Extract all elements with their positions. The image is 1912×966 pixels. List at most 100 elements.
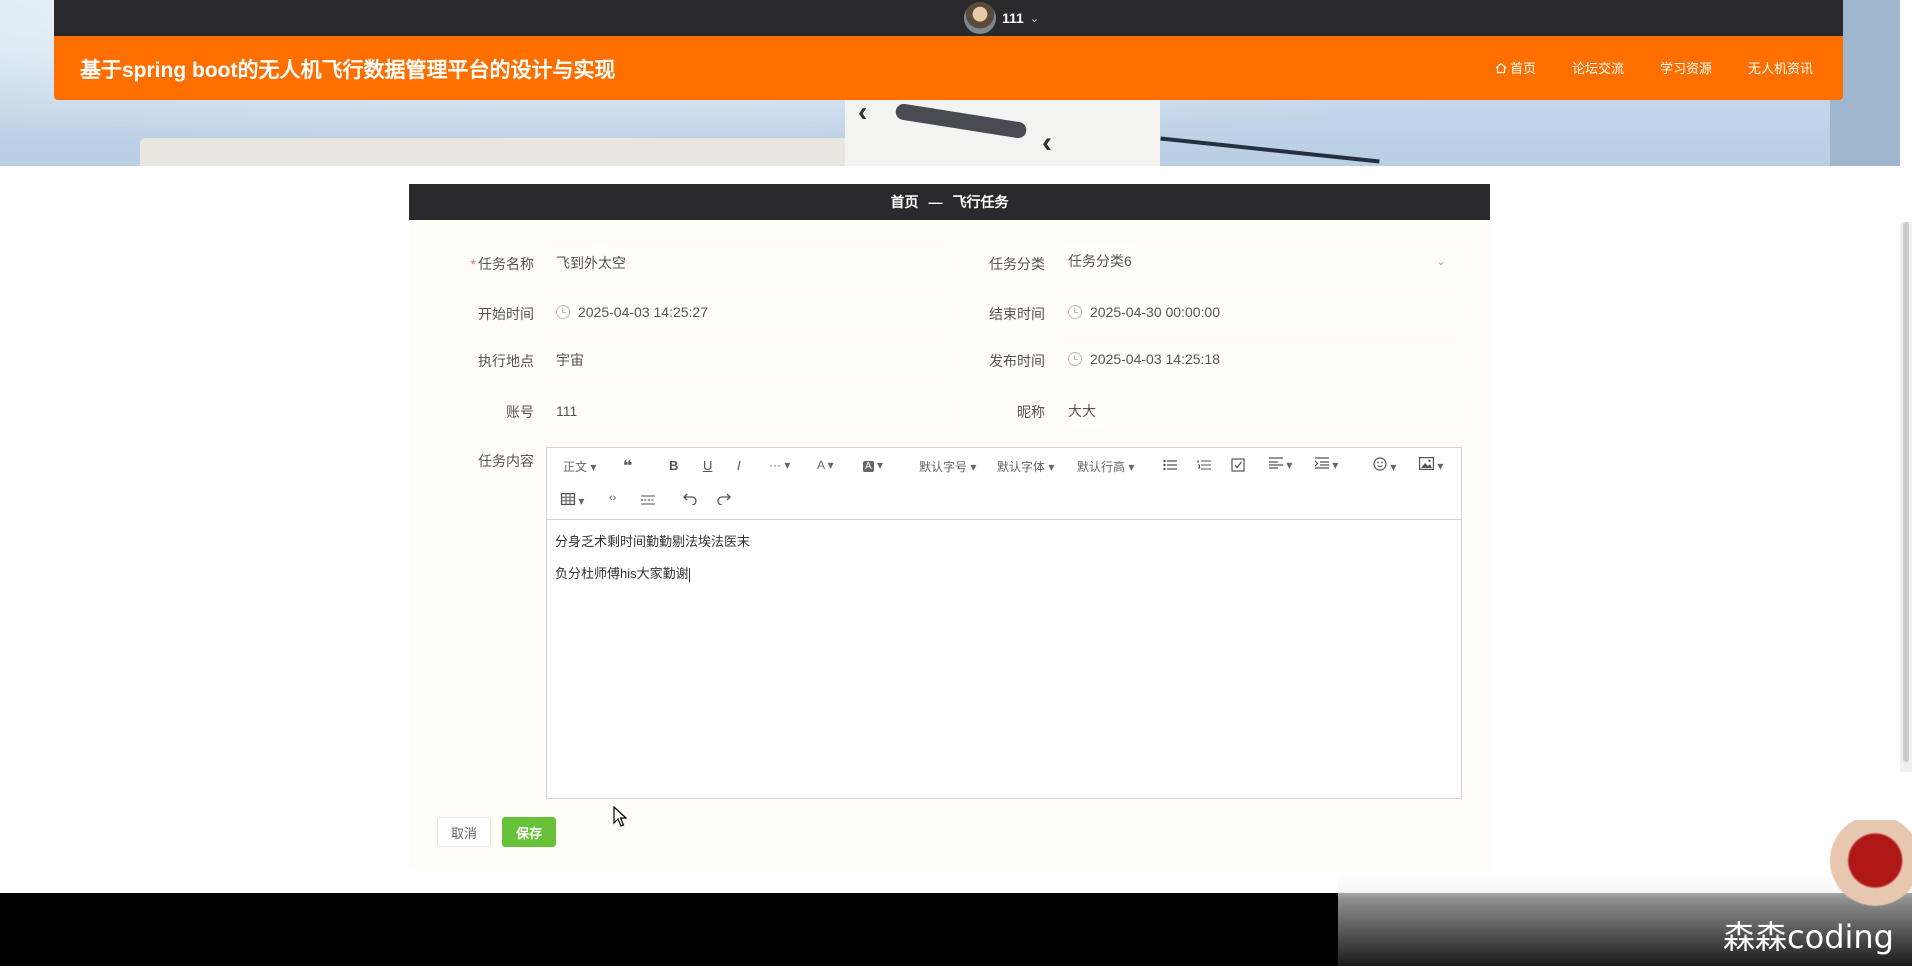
site-title: 基于spring boot的无人机飞行数据管理平台的设计与实现: [80, 59, 616, 82]
font-family-label[interactable]: 默认字体: [997, 460, 1045, 474]
chevron-decor-icon: ‹: [858, 96, 868, 127]
clock-icon: [1068, 352, 1082, 366]
location-label: 执行地点: [478, 353, 534, 369]
nav-item-learning-label[interactable]: 学习资源: [1660, 58, 1712, 77]
username[interactable]: 111: [1002, 10, 1024, 26]
top-user-bar: 111 ⌄: [54, 0, 1843, 36]
save-button[interactable]: 保存: [502, 817, 556, 847]
redo-icon[interactable]: [717, 493, 731, 505]
start-time-value: 2025-04-03 14:25:27: [578, 304, 708, 320]
image-dropdown[interactable]: ▾: [1419, 457, 1443, 473]
bullet-list-icon[interactable]: [1163, 459, 1177, 471]
account-input[interactable]: 111: [546, 393, 950, 429]
indent-dropdown[interactable]: ▾: [1314, 457, 1338, 472]
editor-line[interactable]: 分身乏术剩时间勤勤剔法埃法医末: [555, 532, 1453, 552]
nav-item-home[interactable]: 首页: [1495, 58, 1536, 77]
italic-icon[interactable]: I: [737, 458, 741, 473]
nav-item-forum-label[interactable]: 论坛交流: [1572, 58, 1624, 77]
numbered-list-icon[interactable]: [1197, 459, 1211, 471]
more-dropdown[interactable]: ··· ▾: [769, 458, 790, 472]
location-value: 宇宙: [556, 352, 584, 368]
font-color-icon[interactable]: A: [817, 458, 824, 472]
image-icon[interactable]: [1419, 457, 1435, 471]
task-category-select[interactable]: 任务分类6 ⌄: [1058, 243, 1462, 279]
task-category-value: 任务分类6: [1068, 253, 1132, 269]
underline-icon[interactable]: U: [703, 458, 712, 473]
task-name-input[interactable]: 飞到外太空: [546, 245, 950, 281]
font-color-dropdown[interactable]: A ▾: [817, 458, 834, 472]
bold-icon[interactable]: B: [669, 458, 678, 473]
align-dropdown[interactable]: ▾: [1269, 457, 1292, 472]
indent-icon[interactable]: [1314, 457, 1329, 469]
breadcrumb-home[interactable]: 首页: [891, 192, 919, 212]
font-size-dropdown[interactable]: 默认字号 ▾: [919, 458, 976, 475]
task-name-label: * 任务名称: [424, 254, 534, 274]
paragraph-label[interactable]: 正文: [563, 460, 587, 474]
publish-time-picker[interactable]: 2025-04-03 14:25:18: [1058, 341, 1462, 377]
nickname-value: 大大: [1068, 403, 1096, 419]
align-left-icon[interactable]: [1269, 457, 1283, 469]
text-caret: [688, 567, 690, 582]
nav-item-learning[interactable]: 学习资源: [1660, 58, 1712, 77]
task-name-value: 飞到外太空: [556, 255, 626, 271]
publish-time-label: 发布时间: [989, 353, 1045, 369]
required-mark: *: [470, 256, 476, 272]
line-height-label[interactable]: 默认行高: [1077, 460, 1125, 474]
emoji-dropdown[interactable]: ▾: [1373, 457, 1396, 474]
nav-item-home-label[interactable]: 首页: [1510, 58, 1536, 77]
divider-icon[interactable]: [641, 494, 655, 506]
table-icon[interactable]: [561, 493, 576, 506]
bg-color-dropdown[interactable]: A ▾: [863, 458, 883, 472]
end-time-label: 结束时间: [989, 306, 1045, 322]
scrollbar-thumb[interactable]: [1903, 222, 1909, 762]
code-icon[interactable]: ‹›: [609, 492, 616, 504]
paragraph-dropdown[interactable]: 正文 ▾: [563, 458, 596, 475]
editor-content[interactable]: 分身乏术剩时间勤勤剔法埃法医末 负分杜师傅his大家勤谢: [547, 520, 1461, 608]
nav-item-forum[interactable]: 论坛交流: [1572, 58, 1624, 77]
nickname-input[interactable]: 大大: [1058, 393, 1462, 429]
nickname-label: 昵称: [1017, 404, 1045, 420]
mouse-cursor-icon: [613, 806, 627, 827]
more-icon[interactable]: ···: [769, 458, 781, 472]
cancel-button[interactable]: 取消: [437, 817, 491, 847]
location-input[interactable]: 宇宙: [546, 342, 950, 378]
start-time-picker[interactable]: 2025-04-03 14:25:27: [546, 294, 950, 330]
bg-color-icon[interactable]: A: [863, 461, 874, 472]
home-icon: [1495, 62, 1507, 73]
editor-toolbar: 正文 ▾ ❝ B U I ··· ▾ A ▾ A ▾ 默认字号 ▾ 默认字体 ▾…: [547, 448, 1461, 520]
nav-item-news[interactable]: 无人机资讯: [1748, 58, 1813, 77]
breadcrumb: 首页 — 飞行任务: [409, 184, 1490, 220]
main-nav: 首页 论坛交流 学习资源 无人机资讯: [1495, 58, 1813, 77]
clock-icon: [556, 305, 570, 319]
table-dropdown[interactable]: ▾: [561, 493, 584, 508]
font-family-dropdown[interactable]: 默认字体 ▾: [997, 458, 1054, 475]
task-name-label-text: 任务名称: [478, 256, 534, 272]
undo-icon[interactable]: [683, 493, 697, 505]
clock-icon: [1068, 305, 1082, 319]
chevron-decor-icon: ‹: [1042, 126, 1052, 159]
site-header: 基于spring boot的无人机飞行数据管理平台的设计与实现 首页 论坛交流 …: [54, 36, 1843, 100]
editor-line[interactable]: 负分杜师傅his大家勤谢: [555, 564, 1453, 584]
avatar[interactable]: [964, 2, 996, 34]
rich-text-editor[interactable]: 正文 ▾ ❝ B U I ··· ▾ A ▾ A ▾ 默认字号 ▾ 默认字体 ▾…: [546, 447, 1462, 799]
end-time-picker[interactable]: 2025-04-30 00:00:00: [1058, 294, 1462, 330]
nav-item-news-label[interactable]: 无人机资讯: [1748, 58, 1813, 77]
line-height-dropdown[interactable]: 默认行高 ▾: [1077, 458, 1134, 475]
webcam-overlay-detail: [1820, 820, 1912, 910]
end-time-value: 2025-04-30 00:00:00: [1090, 304, 1220, 320]
start-time-label: 开始时间: [478, 306, 534, 322]
chevron-down-icon[interactable]: ⌄: [1436, 254, 1446, 268]
watermark: 森森coding: [1723, 918, 1894, 956]
chevron-down-icon[interactable]: ⌄: [1030, 12, 1039, 25]
task-category-label: 任务分类: [989, 256, 1045, 272]
breadcrumb-current: 飞行任务: [952, 194, 1009, 210]
emoji-icon[interactable]: [1373, 457, 1387, 471]
font-size-label[interactable]: 默认字号: [919, 460, 967, 474]
account-label: 账号: [506, 404, 534, 420]
account-value: 111: [556, 403, 578, 419]
todo-checkbox-icon[interactable]: [1231, 458, 1245, 472]
user-menu[interactable]: 111 ⌄: [964, 2, 1039, 34]
publish-time-value: 2025-04-03 14:25:18: [1090, 351, 1220, 367]
quote-icon[interactable]: ❝: [623, 456, 632, 476]
editor-line-text[interactable]: 负分杜师傅his大家勤谢: [555, 566, 689, 581]
